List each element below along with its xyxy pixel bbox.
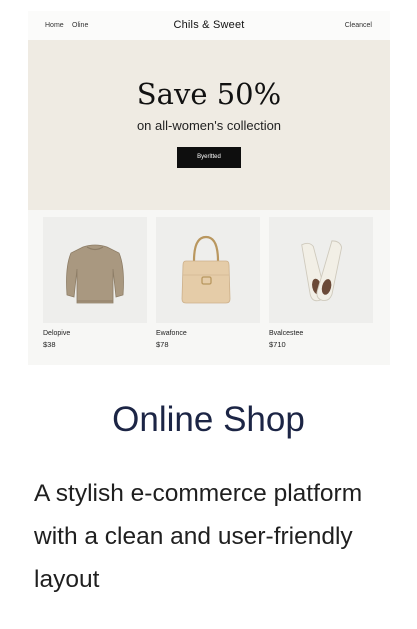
product-price: $38 — [43, 340, 56, 349]
product-image[interactable] — [269, 217, 373, 323]
page-title: Online Shop — [112, 400, 305, 439]
hero-cta-button[interactable]: Byerltted — [177, 147, 241, 168]
product-grid: Delopive $38 Ewafonce $78 Bvalcestee $71… — [28, 210, 390, 365]
nav-clearance-link[interactable]: Cleancel — [345, 22, 372, 29]
top-navigation: Home Oline Chils & Sweet Cleancel — [28, 11, 390, 40]
product-name: Ewafonce — [156, 330, 187, 337]
product-card[interactable]: Ewafonce $78 — [156, 217, 260, 349]
product-image[interactable] — [43, 217, 147, 323]
brand-logo[interactable]: Chils & Sweet — [28, 19, 390, 31]
product-name: Delopive — [43, 330, 71, 337]
product-card[interactable]: Delopive $38 — [43, 217, 147, 349]
product-name: Bvalcestee — [269, 330, 304, 337]
sweater-icon — [66, 244, 124, 304]
handbag-icon — [181, 235, 231, 304]
hero-title: Save 50% — [136, 77, 282, 111]
product-image[interactable] — [156, 217, 260, 323]
sneakers-icon — [301, 240, 343, 302]
hero-banner: Save 50% on all-women's collection Byerl… — [28, 40, 390, 210]
shop-mockup: Home Oline Chils & Sweet Cleancel Save 5… — [28, 11, 390, 365]
product-card[interactable]: Bvalcestee $710 — [269, 217, 373, 349]
product-price: $710 — [269, 340, 286, 349]
page-description: A stylish e-commerce platform with a cle… — [34, 480, 363, 593]
product-price: $78 — [156, 340, 169, 349]
hero-subtitle: on all-women's collection — [136, 118, 282, 133]
